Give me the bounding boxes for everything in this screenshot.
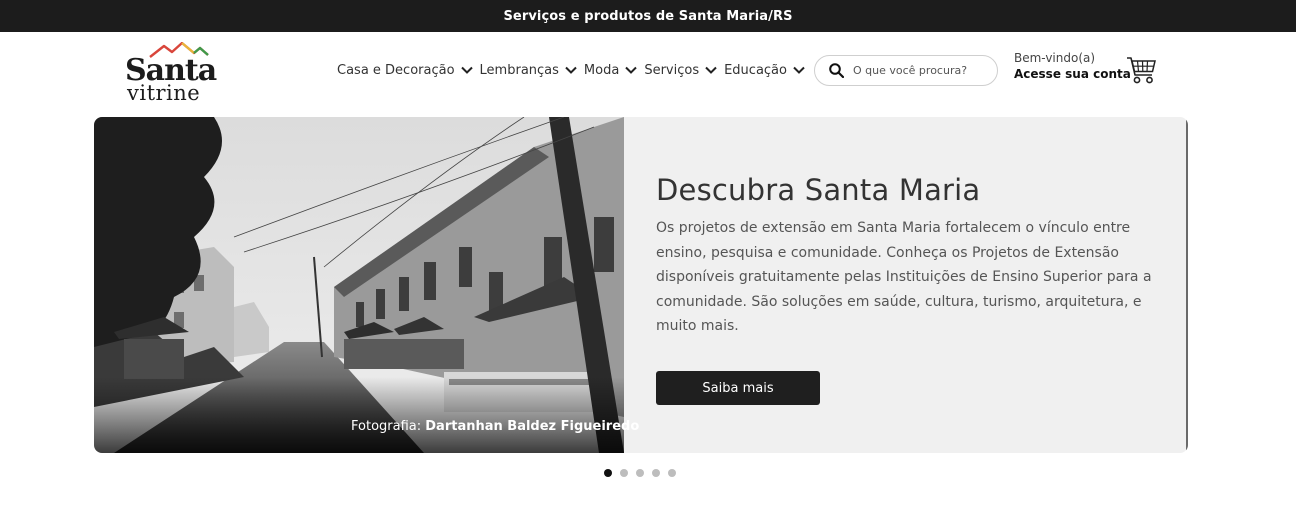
- nav-item-servicos[interactable]: Serviços: [644, 63, 717, 78]
- main-nav: Casa e Decoração Lembranças Moda Serviço…: [337, 60, 812, 80]
- hero-photo: [94, 117, 624, 453]
- cart-icon[interactable]: [1126, 56, 1157, 85]
- hero-banner: Fotografia: Dartanhan Baldez Figueiredo …: [94, 117, 1188, 453]
- saiba-mais-button[interactable]: Saiba mais: [656, 371, 820, 405]
- site-header: Santa vitrine Casa e Decoração Lembrança…: [0, 32, 1296, 117]
- account-link[interactable]: Bem-vindo(a) Acesse sua conta: [1014, 50, 1131, 82]
- nav-item-educacao[interactable]: Educação: [724, 63, 805, 78]
- nav-item-lembrancas[interactable]: Lembranças: [480, 63, 577, 78]
- chevron-down-icon: [625, 66, 638, 74]
- carousel-dot[interactable]: [604, 469, 612, 477]
- nav-item-label: Educação: [724, 62, 787, 78]
- carousel-pagination: [604, 469, 684, 477]
- hero-title: Descubra Santa Maria: [656, 173, 981, 207]
- search-icon[interactable]: [829, 63, 844, 78]
- santa-vitrine-logo[interactable]: Santa vitrine: [118, 42, 218, 105]
- account-login-label: Acesse sua conta: [1014, 67, 1131, 81]
- search-box: [814, 55, 998, 86]
- logo-word-vitrine: vitrine: [127, 81, 201, 105]
- carousel-dot[interactable]: [620, 469, 628, 477]
- nav-item-label: Lembranças: [479, 62, 559, 78]
- nav-item-casa-decoracao[interactable]: Casa e Decoração: [337, 63, 473, 78]
- nav-item-label: Casa e Decoração: [337, 62, 455, 78]
- nav-item-label: Moda: [583, 62, 620, 78]
- chevron-down-icon: [460, 66, 473, 74]
- account-greeting: Bem-vindo(a): [1014, 51, 1096, 65]
- hero-description: Os projetos de extensão em Santa Maria f…: [656, 220, 1152, 334]
- search-input[interactable]: [853, 64, 983, 77]
- nav-item-label: Serviços: [644, 62, 700, 78]
- photo-credit-prefix: Fotografia:: [351, 419, 422, 434]
- nav-item-moda[interactable]: Moda: [583, 62, 638, 78]
- carousel-dot[interactable]: [652, 469, 660, 477]
- carousel-dot[interactable]: [668, 469, 676, 477]
- announcement-bar: Serviços e produtos de Santa Maria/RS: [0, 0, 1296, 32]
- hero-divider: [1186, 117, 1188, 453]
- chevron-down-icon: [565, 66, 577, 74]
- chevron-down-icon: [705, 66, 717, 74]
- announcement-text: Serviços e produtos de Santa Maria/RS: [503, 8, 793, 24]
- photo-credit-author: Dartanhan Baldez Figueiredo: [425, 419, 640, 434]
- chevron-down-icon: [793, 66, 805, 74]
- carousel-dot[interactable]: [636, 469, 644, 477]
- photo-credit: Fotografia: Dartanhan Baldez Figueiredo: [351, 419, 639, 434]
